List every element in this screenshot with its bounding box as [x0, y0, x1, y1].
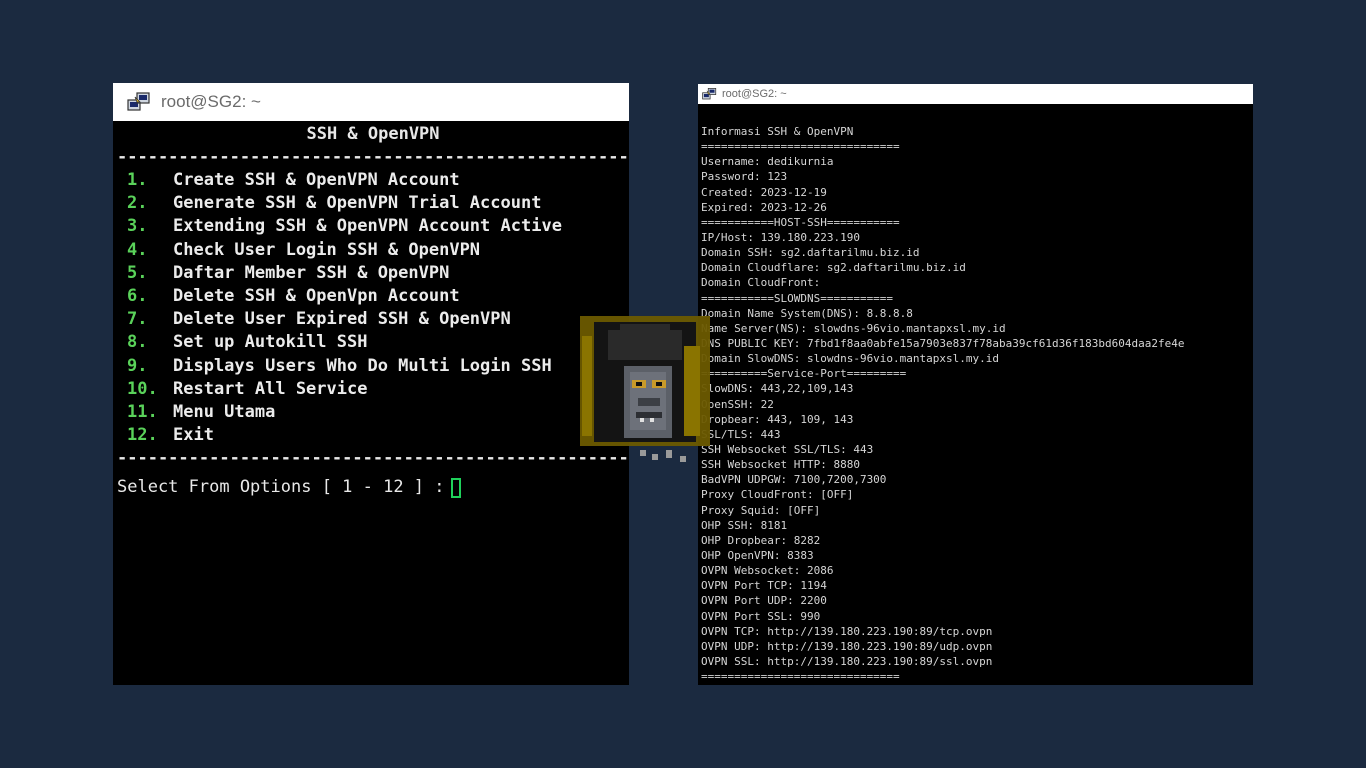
menu-item-number: 11.	[127, 401, 158, 422]
output-line: Username: dedikurnia	[701, 155, 834, 169]
menu-item-number: 6.	[127, 285, 148, 306]
output-line: OVPN Port SSL: 990	[701, 609, 821, 623]
output-line: Proxy Squid: [OFF]	[701, 503, 821, 517]
terminal-output[interactable]: Informasi SSH & OpenVPN =================…	[698, 104, 1253, 685]
menu-item-label: Check User Login SSH & OpenVPN	[173, 239, 481, 260]
menu-item-number: 9.	[127, 355, 148, 376]
menu-item-number: 1.	[127, 170, 148, 190]
output-line: OVPN Port UDP: 2200	[701, 594, 827, 608]
menu-item-label: Extending SSH & OpenVPN Account Active	[173, 216, 562, 237]
output-line: OpenSSH: 22	[701, 397, 774, 411]
output-line: OHP Dropbear: 8282	[701, 533, 821, 547]
window-titlebar[interactable]: root@SG2: ~	[113, 83, 629, 121]
output-line: Domain CloudFront:	[701, 276, 821, 290]
output-line: SlowDNS: 443,22,109,143	[701, 382, 854, 396]
menu-item-label: Delete SSH & OpenVpn Account	[173, 285, 460, 306]
menu-item[interactable]: 8. Set up Autokill SSH	[117, 331, 629, 354]
output-line: ==========Service-Port=========	[701, 367, 907, 381]
output-line: SSL/TLS: 443	[701, 427, 781, 441]
output-line: Informasi SSH & OpenVPN	[701, 125, 854, 138]
pixel-gorilla-mascot-icon	[580, 316, 710, 474]
output-line: IP/Host: 139.180.223.190	[701, 230, 860, 244]
output-line: DNS PUBLIC KEY: 7fbd1f8aa0abfe15a7903e83…	[701, 336, 1185, 350]
menu-item-label: Menu Utama	[173, 401, 276, 422]
output-line: OVPN TCP: http://139.180.223.190:89/tcp.…	[701, 624, 993, 638]
window-titlebar[interactable]: root@SG2: ~	[698, 84, 1253, 104]
menu-item-label: Daftar Member SSH & OpenVPN	[173, 262, 450, 283]
output-line: Name Server(NS): slowdns-96vio.mantapxsl…	[701, 321, 1006, 335]
output-line: OVPN UDP: http://139.180.223.190:89/udp.…	[701, 639, 993, 653]
menu-item-label: Displays Users Who Do Multi Login SSH	[173, 355, 552, 376]
output-line: ===========SLOWDNS===========	[701, 291, 894, 305]
putty-icon	[702, 87, 717, 101]
menu-item[interactable]: 10. Restart All Service	[117, 378, 629, 401]
output-line: OVPN SSL: http://139.180.223.190:89/ssl.…	[701, 654, 993, 668]
menu-item[interactable]: 1. Create SSH & OpenVPN Account	[117, 169, 629, 192]
terminal-area[interactable]: SSH & OpenVPN --------------------------…	[117, 121, 629, 685]
terminal-window-account-info[interactable]: root@SG2: ~ Informasi SSH & OpenVPN =====…	[698, 84, 1253, 685]
window-title: root@SG2: ~	[161, 92, 261, 111]
window-title: root@SG2: ~	[722, 88, 787, 100]
output-line: Password: 123	[701, 170, 788, 184]
menu-item[interactable]: 11. Menu Utama	[117, 401, 629, 424]
output-line: OHP SSH: 8181	[701, 518, 788, 532]
text-cursor	[450, 477, 461, 498]
terminal-window-menu[interactable]: root@SG2: ~ SSH & OpenVPN --------------…	[113, 83, 629, 685]
output-line: OHP OpenVPN: 8383	[701, 548, 814, 562]
output-line: ==============================	[701, 670, 900, 684]
menu-item-number: 4.	[127, 239, 148, 260]
prompt-text: Select From Options [ 1 - 12 ] :	[117, 477, 445, 498]
menu-header: SSH & OpenVPN	[306, 124, 440, 144]
output-line: BadVPN UDPGW: 7100,7200,7300	[701, 473, 887, 487]
output-line: Proxy CloudFront: [OFF]	[701, 488, 854, 502]
output-line: ===========HOST-SSH===========	[701, 215, 900, 229]
menu-item-number: 5.	[127, 262, 148, 283]
menu-item[interactable]: 3. Extending SSH & OpenVPN Account Active	[117, 215, 629, 238]
putty-icon	[127, 91, 151, 113]
menu-item-number: 8.	[127, 332, 148, 353]
output-line: Expired: 2023-12-26	[701, 200, 827, 214]
output-line: Dropbear: 443, 109, 143	[701, 412, 854, 426]
menu-item-label: Exit	[173, 425, 214, 446]
output-line: Domain Cloudflare: sg2.daftarilmu.biz.id	[701, 261, 966, 275]
menu-item[interactable]: 9. Displays Users Who Do Multi Login SSH	[117, 355, 629, 378]
menu-item-label: Set up Autokill SSH	[173, 332, 368, 353]
menu-item-label: Restart All Service	[173, 378, 368, 399]
output-line: OVPN Port TCP: 1194	[701, 579, 827, 593]
output-line: Domain Name System(DNS): 8.8.8.8	[701, 306, 913, 320]
output-line: Domain SSH: sg2.daftarilmu.biz.id	[701, 246, 920, 260]
menu-item[interactable]: 4. Check User Login SSH & OpenVPN	[117, 239, 629, 262]
menu-list: 1. Create SSH & OpenVPN Account 2. Generate…	[117, 169, 629, 447]
separator-line: ----------------------------------------…	[117, 147, 629, 167]
input-prompt[interactable]: Select From Options [ 1 - 12 ] :	[117, 476, 629, 499]
output-line: Created: 2023-12-19	[701, 185, 827, 199]
menu-item[interactable]: 7. Delete User Expired SSH & OpenVPN	[117, 308, 629, 331]
output-line: SSH Websocket SSL/TLS: 443	[701, 442, 874, 456]
menu-item-number: 12.	[127, 425, 158, 446]
menu-item-number: 3.	[127, 216, 148, 237]
menu-item[interactable]: 5. Daftar Member SSH & OpenVPN	[117, 262, 629, 285]
output-line: ==============================	[701, 140, 900, 154]
output-line: Domain SlowDNS: slowdns-96vio.mantapxsl.…	[701, 352, 1000, 366]
output-line: SSH Websocket HTTP: 8880	[701, 458, 860, 472]
menu-item-label: Delete User Expired SSH & OpenVPN	[173, 309, 511, 330]
menu-item[interactable]: 12. Exit	[117, 424, 629, 447]
menu-item-number: 10.	[127, 378, 158, 399]
separator-line: ----------------------------------------…	[117, 448, 629, 469]
menu-item-label: Generate SSH & OpenVPN Trial Account	[173, 193, 542, 214]
menu-item-number: 7.	[127, 309, 148, 330]
output-line: OVPN Websocket: 2086	[701, 564, 834, 578]
menu-item-number: 2.	[127, 193, 148, 214]
menu-item-label: Create SSH & OpenVPN Account	[173, 170, 460, 190]
menu-item[interactable]: 2. Generate SSH & OpenVPN Trial Account	[117, 192, 629, 215]
menu-item[interactable]: 6. Delete SSH & OpenVpn Account	[117, 285, 629, 308]
